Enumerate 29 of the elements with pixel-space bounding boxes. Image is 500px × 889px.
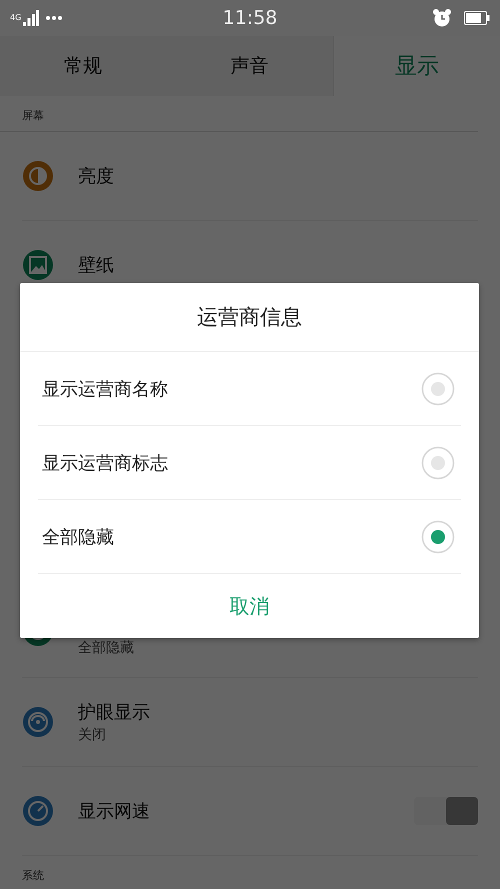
option-item[interactable]: 全部隐藏 bbox=[38, 500, 461, 574]
section-header: 系统 bbox=[22, 868, 44, 883]
radio-button[interactable] bbox=[421, 372, 455, 406]
tab[interactable]: 常规 bbox=[0, 36, 166, 96]
radio-button[interactable] bbox=[421, 520, 455, 554]
cancel-button[interactable]: 取消 bbox=[214, 586, 286, 626]
tab[interactable]: 声音 bbox=[166, 36, 333, 96]
option-item[interactable]: 显示运营商名称 bbox=[38, 352, 461, 426]
setting-value: 全部隐藏 bbox=[78, 639, 135, 657]
image-icon bbox=[22, 249, 54, 281]
setting-title: 壁纸 bbox=[78, 254, 115, 277]
setting-title: 显示网速 bbox=[78, 800, 151, 823]
alarm-clock-icon bbox=[432, 8, 452, 28]
section-header: 屏幕 bbox=[22, 108, 44, 123]
setting-title: 亮度 bbox=[78, 165, 115, 188]
brightness-icon bbox=[22, 160, 54, 192]
setting-value: 关闭 bbox=[78, 726, 107, 744]
clock-time: 11:58 bbox=[222, 7, 278, 29]
toggle-switch[interactable] bbox=[414, 797, 478, 825]
signal-icon bbox=[23, 10, 40, 26]
setting-title: 护眼显示 bbox=[78, 701, 151, 724]
option-item[interactable]: 显示运营商标志 bbox=[38, 426, 461, 500]
network-label: 4G bbox=[10, 14, 22, 22]
dialog-title: 运营商信息 bbox=[197, 304, 302, 331]
battery-icon bbox=[464, 11, 490, 25]
radio-button[interactable] bbox=[421, 446, 455, 480]
more-icon bbox=[45, 15, 64, 21]
gauge-icon bbox=[22, 795, 54, 827]
eye-icon bbox=[22, 706, 54, 738]
